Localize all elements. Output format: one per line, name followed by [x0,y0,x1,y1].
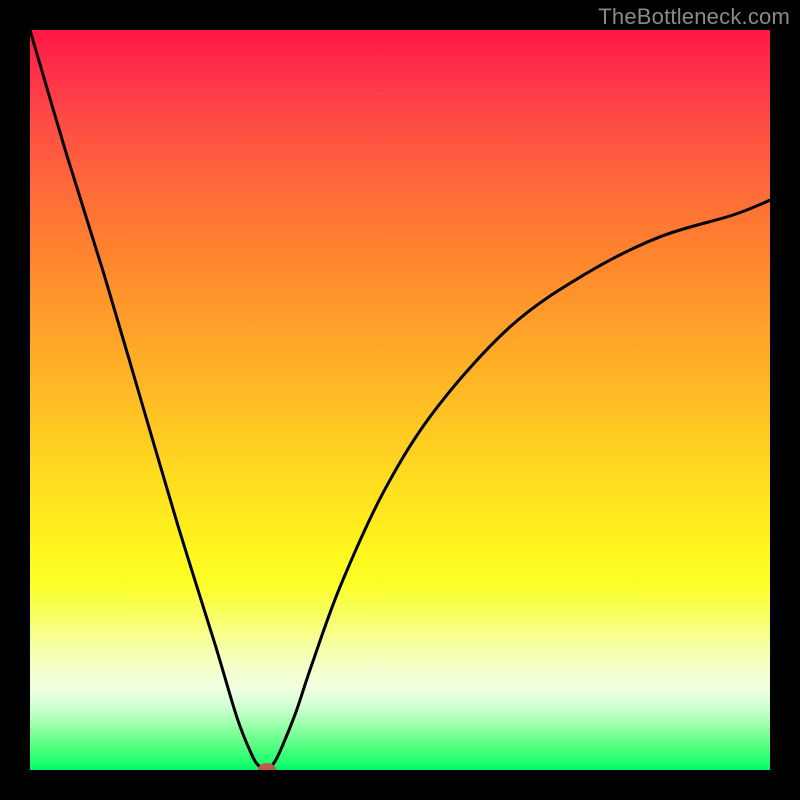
curve-svg [30,30,770,770]
watermark-text: TheBottleneck.com [598,4,790,30]
bottleneck-curve [30,30,770,770]
chart-frame: TheBottleneck.com [0,0,800,800]
plot-area [30,30,770,770]
